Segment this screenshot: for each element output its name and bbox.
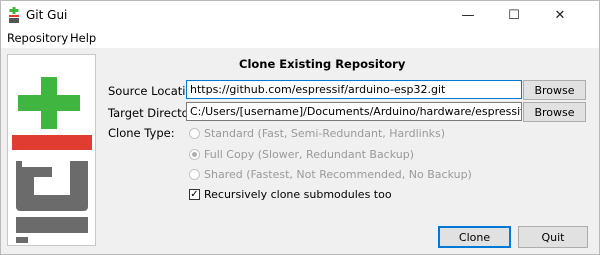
radio-standard[interactable] (189, 128, 200, 139)
clone-type-label: Clone Type: (108, 126, 175, 140)
git-gui-window: Git Gui — ☐ ✕ Repository Help Clone Exis… (0, 0, 600, 255)
dialog-heading: Clone Existing Repository (239, 57, 406, 71)
quit-button[interactable]: Quit (518, 226, 588, 248)
browse-target-button[interactable]: Browse (523, 102, 586, 122)
menu-help[interactable]: Help (70, 31, 96, 45)
clone-type-full-copy-option[interactable]: Full Copy (Slower, Redundant Backup) (189, 148, 414, 161)
option-label: Standard (Fast, Semi-Redundant, Hardlink… (204, 127, 446, 140)
maximize-icon: ☐ (508, 7, 520, 23)
browse-source-button[interactable]: Browse (523, 80, 586, 100)
recursive-submodules-label: Recursively clone submodules too (204, 188, 392, 201)
git-logo-panel (7, 54, 96, 246)
option-label: Full Copy (Slower, Redundant Backup) (204, 148, 415, 161)
title-bar[interactable]: Git Gui — ☐ ✕ (1, 1, 599, 29)
window-title: Git Gui (26, 8, 68, 22)
target-directory-input[interactable]: C:/Users/[username]/Documents/Arduino/ha… (186, 102, 522, 121)
recursive-submodules-option[interactable]: ✓ Recursively clone submodules too (189, 188, 392, 201)
close-icon: ✕ (554, 7, 566, 23)
maximize-button[interactable]: ☐ (491, 1, 537, 29)
clone-type-shared-option[interactable]: Shared (Fastest, Not Recommended, No Bac… (189, 168, 472, 181)
source-location-input[interactable]: https://github.com/espressif/arduino-esp… (186, 80, 522, 99)
git-gui-icon (9, 7, 19, 23)
menu-repository[interactable]: Repository (7, 31, 68, 45)
git-logo (12, 77, 92, 243)
minimize-icon: — (461, 7, 475, 23)
clone-type-standard-option[interactable]: Standard (Fast, Semi-Redundant, Hardlink… (189, 127, 445, 140)
minimize-button[interactable]: — (445, 1, 491, 29)
clone-button[interactable]: Clone (438, 226, 511, 248)
option-label: Shared (Fastest, Not Recommended, No Bac… (204, 168, 472, 181)
recursive-submodules-checkbox[interactable]: ✓ (189, 189, 200, 200)
clone-dialog: Clone Existing Repository Source Locatio… (1, 48, 599, 254)
menu-bar: Repository Help (1, 29, 599, 48)
close-button[interactable]: ✕ (537, 1, 583, 29)
radio-full-copy[interactable] (189, 149, 200, 160)
radio-shared[interactable] (189, 169, 200, 180)
